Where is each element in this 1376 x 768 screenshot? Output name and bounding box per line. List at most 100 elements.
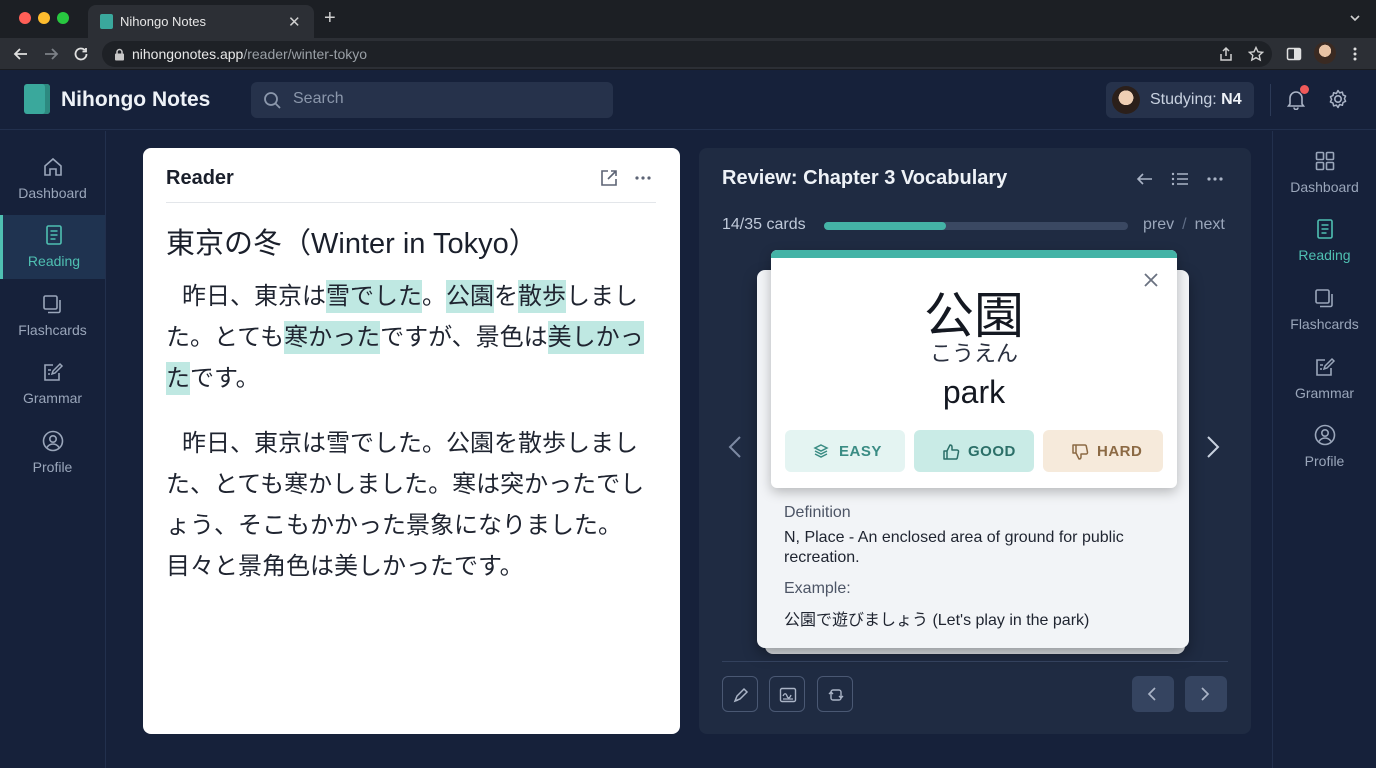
- chevron-left-icon[interactable]: [727, 434, 743, 460]
- next-link[interactable]: next: [1195, 216, 1225, 233]
- list-icon[interactable]: [1170, 169, 1190, 189]
- reload-icon[interactable]: [72, 45, 90, 63]
- studying-label: Studying:: [1150, 91, 1217, 108]
- chevron-right-icon[interactable]: [1205, 434, 1221, 460]
- highlighted-word[interactable]: 寒かった: [284, 321, 381, 354]
- paragraph-text: を: [494, 283, 518, 310]
- window-maximize-button[interactable]: [57, 12, 69, 24]
- back-arrow-icon[interactable]: [12, 45, 30, 63]
- flip-card-button[interactable]: [817, 676, 853, 712]
- sidebar-item-reading[interactable]: Reading: [1273, 209, 1376, 273]
- review-title: Review: Chapter 3 Vocabulary: [722, 167, 1008, 189]
- back-arrow-icon[interactable]: [1135, 169, 1155, 189]
- browser-tab-title: Nihongo Notes: [120, 14, 206, 29]
- reader-paragraph: 昨日、東京は雪でした。公園を散歩しました、とても寒かしました。寒は突かったでしょ…: [166, 423, 656, 587]
- sidebar-item-dashboard[interactable]: Dashboard: [1273, 141, 1376, 205]
- thumbs-up-icon: [942, 443, 960, 461]
- url-path: /reader/winter-tokyo: [243, 46, 368, 62]
- paragraph-text: ですが、景色は: [380, 324, 548, 351]
- easy-button[interactable]: EASY: [785, 430, 905, 472]
- pen-icon: [732, 686, 750, 704]
- home-icon: [41, 155, 65, 179]
- next-card-button[interactable]: [1185, 676, 1227, 712]
- grid-icon: [1313, 149, 1337, 173]
- document-icon: [1313, 217, 1337, 241]
- sidebar-item-label: Flashcards: [1290, 316, 1359, 332]
- definition-label: Definition: [784, 504, 851, 521]
- window-close-button[interactable]: [19, 12, 31, 24]
- good-button-label: GOOD: [968, 443, 1016, 460]
- settings-gear-icon[interactable]: [1327, 88, 1349, 110]
- cards-icon: [41, 292, 65, 316]
- browser-profile-avatar[interactable]: [1314, 42, 1336, 64]
- open-external-icon[interactable]: [599, 168, 619, 188]
- browser-menu-icon[interactable]: [1348, 46, 1362, 62]
- highlighted-word[interactable]: 散歩: [518, 280, 566, 313]
- notification-badge: [1300, 85, 1309, 94]
- sidebar-item-profile[interactable]: Profile: [1273, 415, 1376, 479]
- chevron-right-icon: [1198, 686, 1212, 702]
- browser-tab-bar: Nihongo Notes ✕ +: [0, 0, 1376, 38]
- more-options-icon[interactable]: [633, 168, 653, 188]
- edit-note-icon: [41, 360, 65, 384]
- highlighted-word[interactable]: 雪でした: [326, 280, 422, 313]
- reader-paragraph: 昨日、東京は雪でした。公園を散歩しました。とても寒かったですが、景色は美しかった…: [166, 276, 656, 399]
- search-input[interactable]: [293, 90, 593, 108]
- search-box[interactable]: [251, 82, 613, 118]
- good-button[interactable]: GOOD: [914, 430, 1034, 472]
- thumbs-down-icon: [1071, 443, 1089, 461]
- paragraph-text: です。: [190, 365, 260, 392]
- sidebar-item-label: Reading: [1298, 247, 1351, 263]
- url-domain: nihongonotes.app: [132, 46, 244, 62]
- sidebar-item-label: Grammar: [1294, 385, 1355, 401]
- progress-text: 14/35 cards: [722, 216, 806, 233]
- more-options-icon[interactable]: [1205, 169, 1225, 189]
- close-tab-icon[interactable]: ✕: [288, 13, 301, 31]
- sidebar-item-grammar[interactable]: Grammar: [0, 352, 105, 416]
- sidebar-item-reading[interactable]: Reading: [0, 215, 105, 279]
- previous-card-button[interactable]: [1132, 676, 1174, 712]
- share-icon[interactable]: [1218, 46, 1234, 62]
- highlighted-word[interactable]: 公園: [446, 280, 494, 313]
- paragraph-text: 昨日、東京は雪でした。公園を散歩しました、とても寒かしました。寒は突かったでしょ…: [166, 430, 645, 580]
- flashcard-reading: こうえん: [929, 341, 1018, 366]
- sidebar-item-flashcards[interactable]: Flashcards: [1273, 278, 1376, 342]
- edit-note-icon: [1313, 355, 1337, 379]
- toolbar-divider: [722, 661, 1228, 662]
- sidebar-item-profile[interactable]: Profile: [0, 421, 105, 485]
- handwriting-icon: [779, 686, 797, 704]
- progress-bar-fill: [824, 222, 946, 230]
- pen-tool-button[interactable]: [722, 676, 758, 712]
- chevron-down-icon[interactable]: [1348, 11, 1362, 25]
- url-field[interactable]: nihongonotes.app/reader/winter-tokyo: [102, 41, 1272, 67]
- sidebar-item-label: Grammar: [22, 390, 83, 406]
- bookmark-star-icon[interactable]: [1248, 46, 1264, 62]
- user-icon: [41, 429, 65, 453]
- studying-level-selector[interactable]: Studying: N4: [1106, 82, 1254, 118]
- new-tab-icon[interactable]: +: [324, 8, 336, 28]
- hard-button[interactable]: HARD: [1043, 430, 1163, 472]
- sidebar-item-dashboard[interactable]: Dashboard: [0, 147, 105, 211]
- prev-next-separator: /: [1182, 216, 1187, 233]
- app-logo-icon: [24, 84, 50, 114]
- article-heading: 東京の冬（Winter in Tokyo）: [166, 228, 538, 260]
- handwriting-tool-button[interactable]: [769, 676, 805, 712]
- progress-bar: [824, 222, 1128, 230]
- sidebar-toggle-icon[interactable]: [1286, 46, 1302, 62]
- chevron-left-icon: [1145, 686, 1159, 702]
- flashcard-meaning: park: [942, 374, 1006, 410]
- sidebar-item-grammar[interactable]: Grammar: [1273, 347, 1376, 411]
- browser-tab[interactable]: Nihongo Notes ✕: [88, 5, 314, 38]
- document-icon: [42, 223, 66, 247]
- flashcard[interactable]: 公園 こうえん park EASY GOOD HARD: [771, 250, 1177, 488]
- user-icon: [1313, 423, 1337, 447]
- window-minimize-button[interactable]: [38, 12, 50, 24]
- sidebar-item-label: Flashcards: [18, 322, 87, 338]
- search-icon: [263, 91, 282, 110]
- prev-link[interactable]: prev: [1143, 216, 1174, 233]
- sidebar-item-label: Dashboard: [18, 185, 87, 201]
- sidebar-item-flashcards[interactable]: Flashcards: [0, 284, 105, 348]
- forward-arrow-icon[interactable]: [42, 45, 60, 63]
- example-text: 公園で遊びましょう (Let's play in the park): [784, 612, 1090, 629]
- sidebar-item-label: Reading: [27, 253, 81, 269]
